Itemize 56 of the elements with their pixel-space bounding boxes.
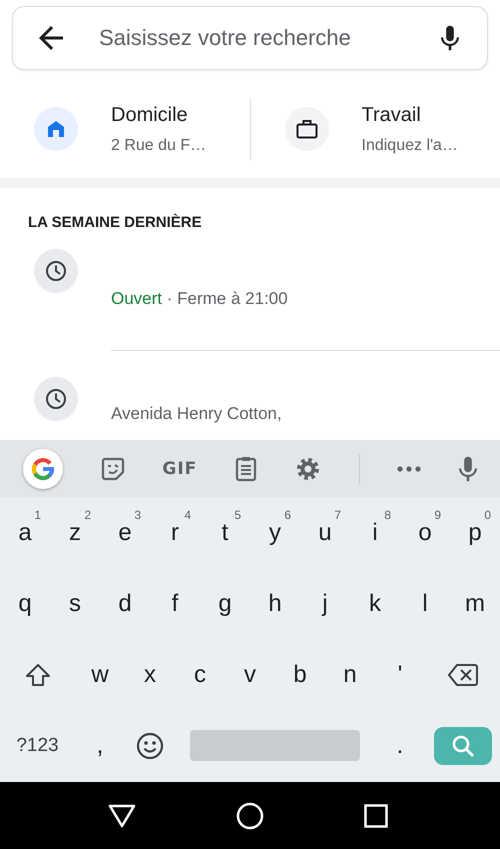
key[interactable]: b: [275, 639, 325, 710]
opening-hours: Ouvert · Ferme à 21:00: [111, 289, 289, 309]
emoji-icon: [136, 732, 164, 760]
google-logo[interactable]: [22, 448, 63, 488]
clipboard-icon[interactable]: [235, 456, 258, 482]
house-icon: [47, 120, 65, 138]
briefcase-icon: [296, 119, 318, 139]
key[interactable]: c: [175, 639, 225, 710]
symbols-key[interactable]: ?123: [0, 710, 75, 781]
key[interactable]: r 4: [150, 497, 200, 568]
key[interactable]: h: [250, 568, 300, 639]
key[interactable]: x: [125, 639, 175, 710]
work-shortcut[interactable]: Travail Indiquez l'a…: [250, 98, 500, 160]
home-shortcut[interactable]: Domicile 2 Rue du F…: [0, 80, 250, 178]
back-icon[interactable]: [108, 804, 136, 828]
backspace-icon: [448, 662, 478, 686]
key[interactable]: g: [200, 568, 250, 639]
key[interactable]: d: [100, 568, 150, 639]
more-icon[interactable]: [397, 466, 422, 472]
key[interactable]: ': [375, 639, 425, 710]
recent-apps-icon[interactable]: [364, 804, 388, 828]
key[interactable]: m: [450, 568, 500, 639]
back-arrow-icon[interactable]: [39, 26, 63, 50]
key[interactable]: z 2: [50, 497, 100, 568]
home-icon[interactable]: [236, 802, 264, 830]
key[interactable]: j: [300, 568, 350, 639]
key[interactable]: w: [75, 639, 125, 710]
key[interactable]: k: [350, 568, 400, 639]
key[interactable]: .: [375, 710, 425, 781]
section-heading: LA SEMAINE DERNIÈRE: [28, 214, 203, 231]
key[interactable]: t 5: [200, 497, 250, 568]
place-address: Avenida Henry Cotton,: [111, 404, 283, 424]
clock-icon: [45, 388, 67, 410]
search-icon: [450, 734, 474, 758]
key[interactable]: q: [0, 568, 50, 639]
gif-button[interactable]: GIF: [162, 458, 198, 478]
key[interactable]: a 1: [0, 497, 50, 568]
key[interactable]: i 8: [350, 497, 400, 568]
key[interactable]: p 0: [450, 497, 500, 568]
microphone-icon[interactable]: [441, 25, 459, 51]
key[interactable]: e 3: [100, 497, 150, 568]
key[interactable]: f: [150, 568, 200, 639]
sticker-icon[interactable]: [100, 456, 125, 480]
key[interactable]: l: [400, 568, 450, 639]
search-field[interactable]: Saisissez votre recherche: [99, 25, 405, 51]
key[interactable]: n: [325, 639, 375, 710]
search-bar[interactable]: Saisissez votre recherche: [12, 6, 488, 70]
key[interactable]: v: [225, 639, 275, 710]
key[interactable]: ,: [75, 710, 125, 781]
key[interactable]: u 7: [300, 497, 350, 568]
settings-icon[interactable]: [294, 456, 321, 482]
key[interactable]: y 6: [250, 497, 300, 568]
key[interactable]: o 9: [400, 497, 450, 568]
key[interactable]: s: [50, 568, 100, 639]
clock-icon: [45, 260, 67, 282]
shift-icon: [24, 662, 50, 686]
